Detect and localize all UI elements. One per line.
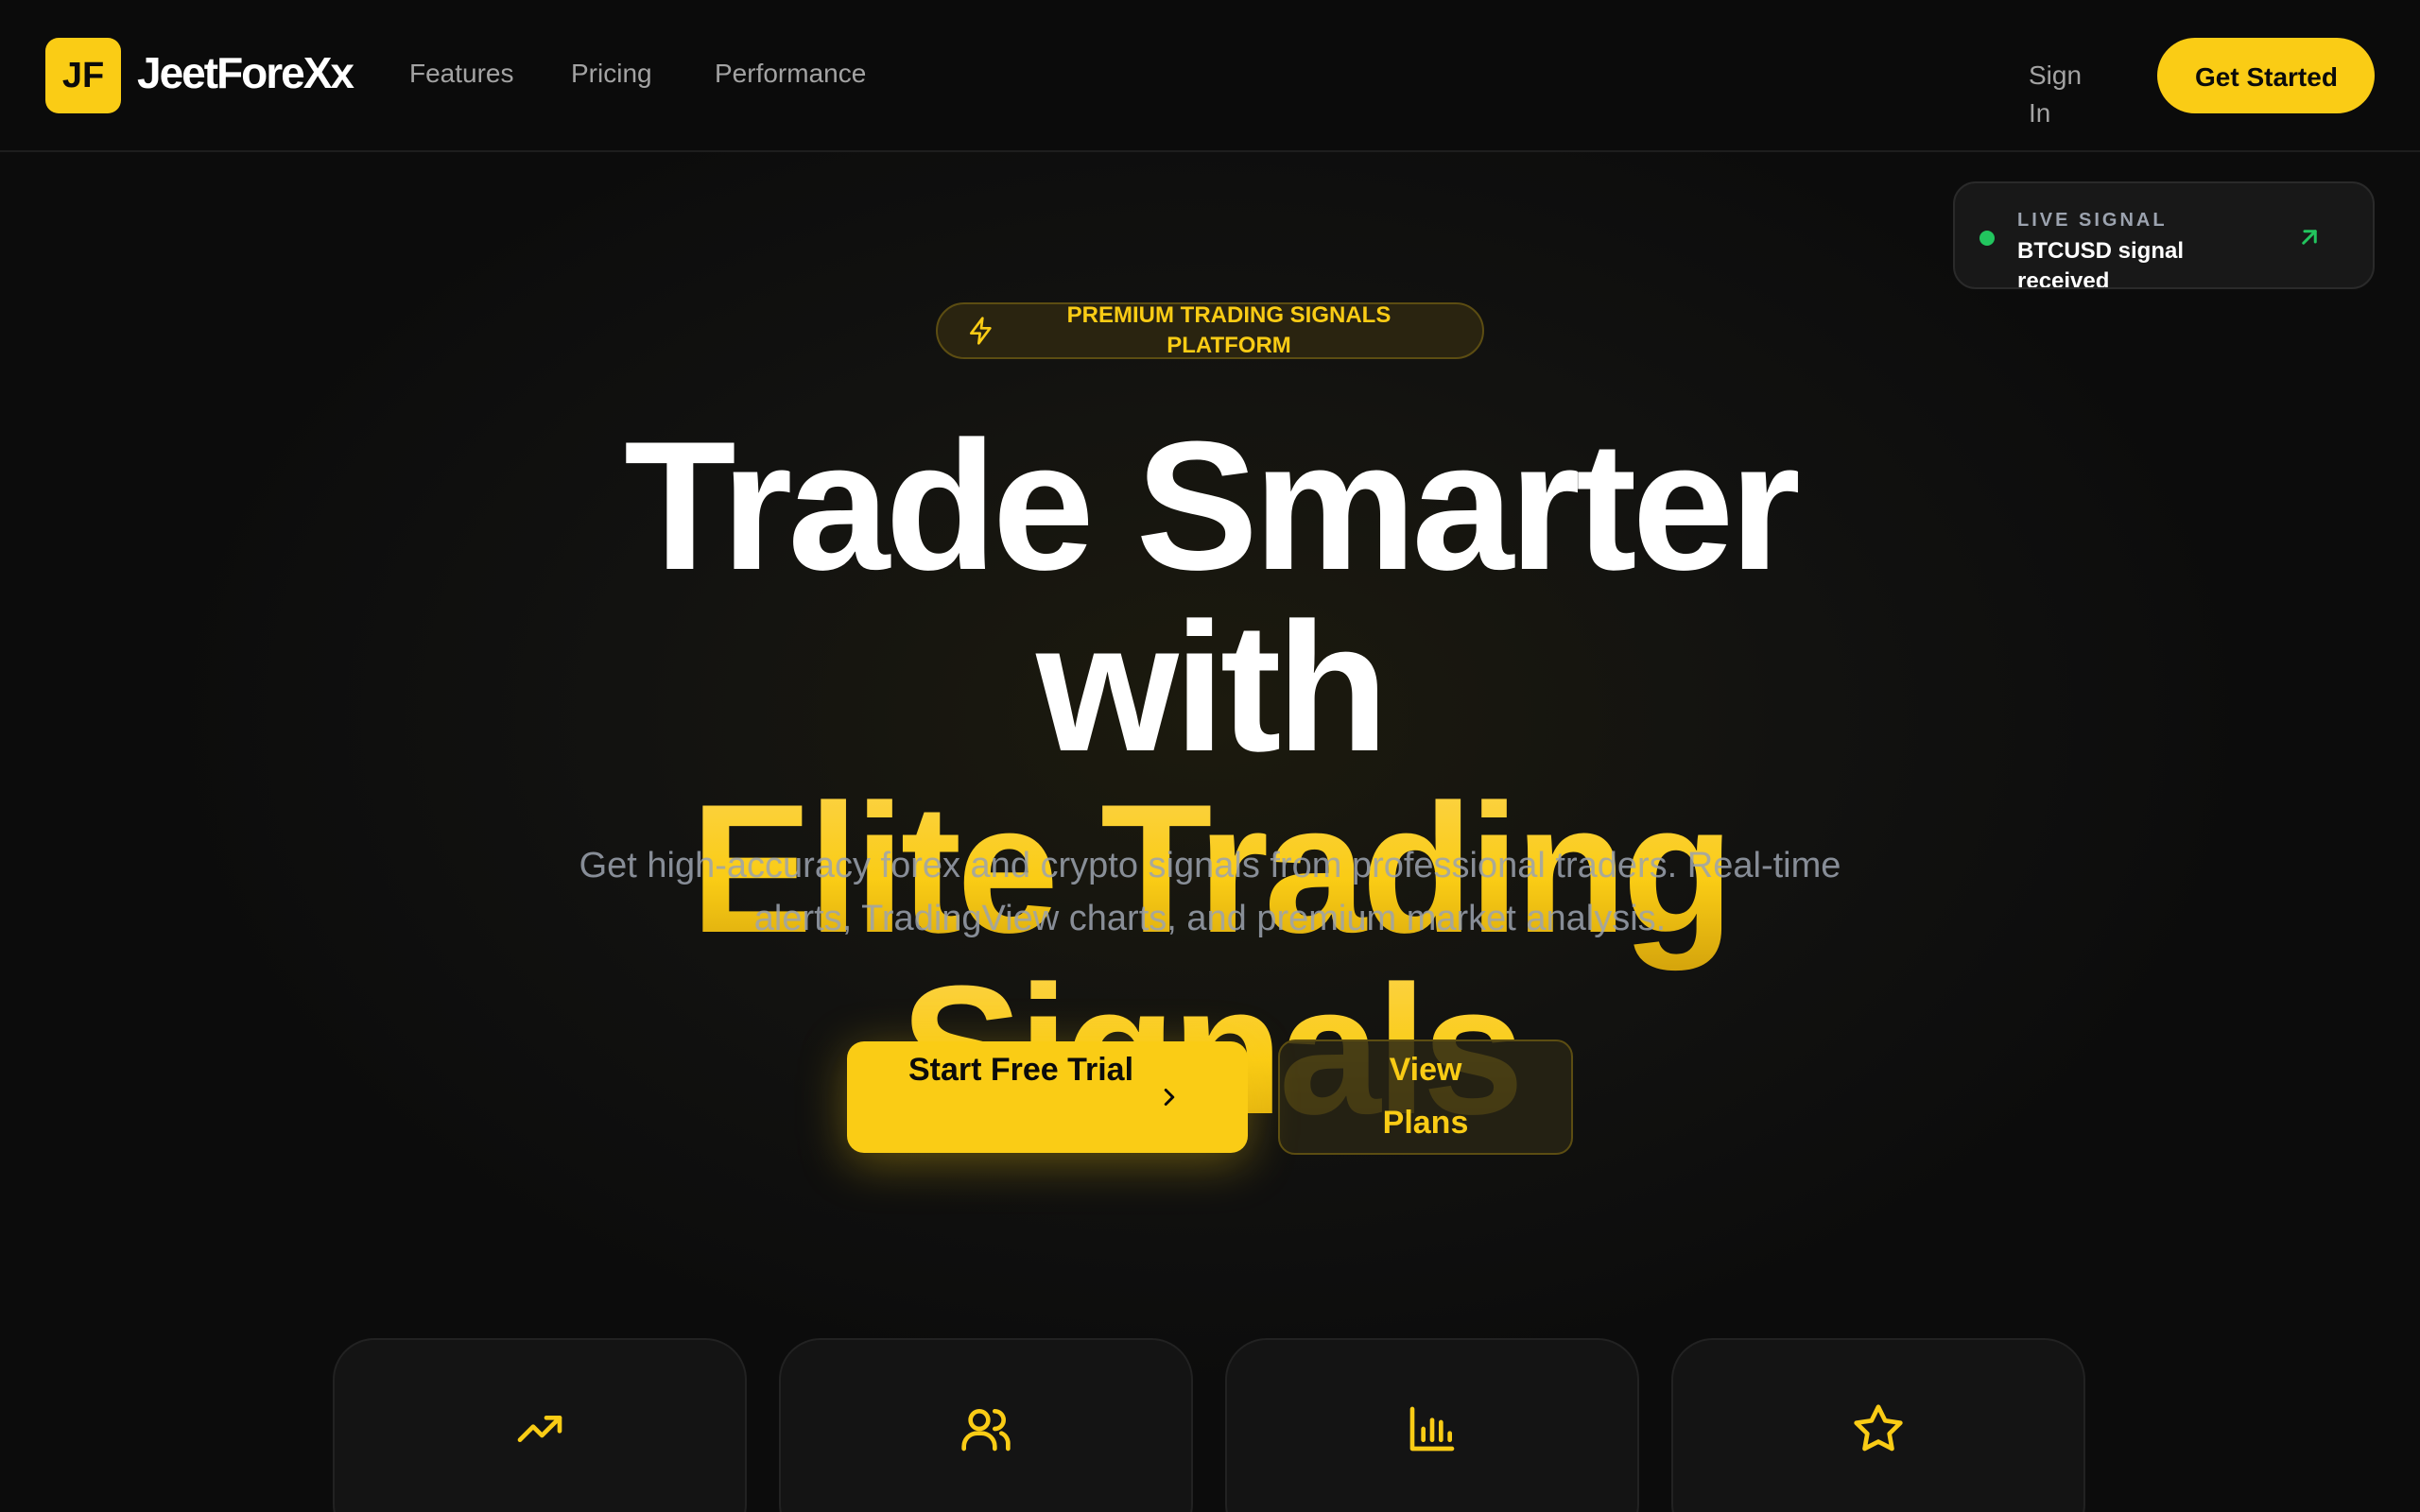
live-signal-label: LIVE SIGNAL xyxy=(2017,210,2168,231)
arrow-up-right-icon xyxy=(2302,230,2317,245)
nav-link-features[interactable]: Features xyxy=(409,59,514,89)
hero-subtitle: Get high-accuracy forex and crypto signa… xyxy=(579,846,1841,938)
landing-page: JF JeetForeXx Features Pricing Performan… xyxy=(0,0,2420,1512)
zap-icon xyxy=(970,317,992,345)
nav-link-pricing[interactable]: Pricing xyxy=(571,59,652,89)
logo-badge[interactable]: JF xyxy=(45,38,121,113)
brand-name[interactable]: JeetForeXx xyxy=(137,47,354,98)
top-navbar: JF JeetForeXx Features Pricing Performan… xyxy=(0,0,2420,152)
get-started-button[interactable]: Get Started xyxy=(2157,38,2375,113)
users-icon xyxy=(961,1409,1011,1452)
live-signal-message: BTCUSD signal received xyxy=(2017,238,2185,289)
chevron-right-icon xyxy=(1164,1089,1175,1106)
hero-title: Trade Smarter with Elite Trading Signals xyxy=(473,415,1947,1143)
trending-up-icon xyxy=(517,1416,562,1442)
view-plans-label[interactable]: View Plans xyxy=(1352,1043,1499,1149)
hero-title-line2: with xyxy=(1036,585,1389,790)
sign-in-link[interactable]: Sign In xyxy=(2029,57,2104,132)
live-status-dot xyxy=(1979,231,1995,246)
nav-link-performance[interactable]: Performance xyxy=(715,59,866,89)
start-free-trial-label[interactable]: Start Free Trial xyxy=(908,1043,1134,1096)
star-icon xyxy=(1854,1404,1903,1452)
bar-chart-icon xyxy=(1409,1406,1455,1452)
badge-text: PREMIUM TRADING SIGNALS PLATFORM xyxy=(1066,302,1392,358)
hero-title-line1: Trade Smarter xyxy=(624,404,1801,609)
